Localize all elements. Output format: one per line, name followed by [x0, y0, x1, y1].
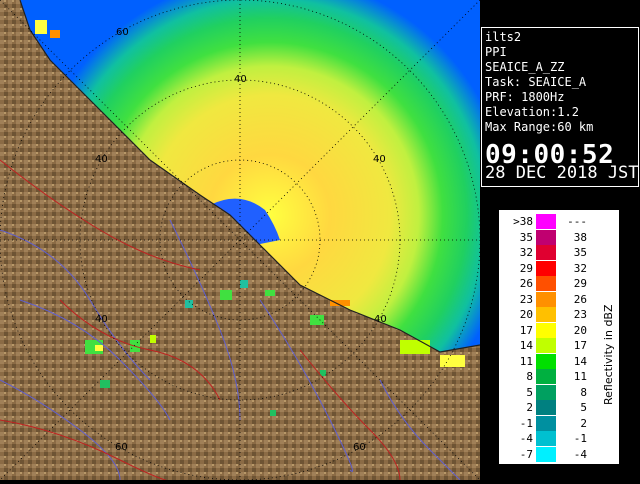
legend-swatch	[536, 245, 556, 260]
legend-row: 11 14	[499, 353, 619, 370]
legend-swatch	[536, 291, 556, 307]
legend-high-value: 8	[580, 385, 587, 399]
info-panel: ilts2 PPI SEAICE_A_ZZ Task: SEAICE_A PRF…	[480, 0, 640, 480]
field-name: SEAICE_A_ZZ	[485, 60, 565, 74]
legend-high-value: -4	[573, 447, 587, 461]
legend-row: 23 26	[499, 291, 619, 308]
ring-label: 60	[353, 442, 366, 453]
radar-name: ilts2	[485, 30, 522, 44]
legend-high-value: -1	[573, 432, 587, 445]
ring-label: 40	[234, 74, 247, 85]
max-range-value: Max Range:60 km	[485, 120, 594, 134]
legend-high-value: 2	[580, 416, 587, 430]
legend-row: -4 -1	[499, 431, 619, 447]
legend-swatch	[536, 446, 556, 462]
legend-swatch	[536, 214, 556, 229]
legend-high-value: 38	[573, 230, 587, 244]
legend-high-value: 32	[573, 261, 587, 275]
radar-map-svg: 60 40 40 40 40 40 60 60	[0, 0, 481, 483]
legend-high-value: 11	[573, 370, 587, 383]
task-name: Task: SEAICE_A	[485, 75, 587, 89]
legend-swatch	[536, 400, 556, 415]
ring-label: 60	[116, 27, 129, 38]
legend-low-value: 23	[519, 292, 533, 306]
legend-low-value: 29	[519, 261, 533, 275]
legend-low-value: 20	[519, 308, 533, 321]
prf-value: PRF: 1800Hz	[485, 90, 565, 104]
legend-high-value: 23	[573, 308, 587, 321]
legend-swatch	[536, 307, 556, 322]
legend-swatch	[536, 276, 556, 291]
legend-row: 8 11	[499, 369, 619, 385]
legend-row: 25	[499, 400, 619, 416]
color-legend: >38 --- 35 38 32 35 29 32 26 29 23 26 20 23 17 20 14 17 11…	[499, 210, 619, 464]
legend-swatch	[536, 415, 556, 431]
legend-high-value: 29	[573, 277, 587, 290]
legend-low-value: 35	[519, 230, 533, 244]
ring-label: 40	[95, 154, 108, 165]
legend-low-value: >38	[513, 215, 533, 228]
ring-label: 60	[115, 442, 128, 453]
product-type: PPI	[485, 45, 507, 59]
legend-row: 17 20	[499, 322, 619, 339]
scan-info-box: ilts2 PPI SEAICE_A_ZZ Task: SEAICE_A PRF…	[481, 27, 639, 187]
scan-date: 28 DEC 2018 JST	[485, 163, 639, 183]
ring-label: 40	[374, 314, 387, 325]
legend-row: 26 29	[499, 276, 619, 292]
legend-row: 29 32	[499, 260, 619, 277]
legend-low-value: 2	[526, 401, 533, 414]
legend-high-value: 35	[573, 246, 587, 259]
legend-swatch	[536, 338, 556, 353]
legend-row: 58	[499, 384, 619, 401]
legend-swatch	[536, 229, 556, 245]
legend-high-value: 5	[580, 401, 587, 414]
legend-high-value: 20	[573, 323, 587, 337]
legend-unit-label: Reflectivity in dBZ	[602, 304, 615, 405]
legend-row: >38 ---	[499, 214, 619, 230]
elevation-value: Elevation:1.2	[485, 105, 579, 119]
legend-swatch	[536, 260, 556, 276]
legend-low-value: -1	[519, 416, 533, 430]
legend-low-value: 5	[526, 385, 533, 399]
ring-label: 40	[373, 154, 386, 165]
legend-low-value: 14	[519, 339, 533, 352]
legend-row: -1 2	[499, 415, 619, 432]
legend-high-value: 17	[573, 339, 587, 352]
legend-low-value: -4	[519, 432, 533, 445]
legend-row: -7 -4	[499, 446, 619, 463]
radar-ppi-map: 60 40 40 40 40 40 60 60	[0, 0, 481, 483]
legend-low-value: 11	[519, 354, 533, 368]
legend-swatch	[536, 384, 556, 400]
legend-row: 20 23	[499, 307, 619, 323]
legend-high-value: ---	[567, 215, 587, 228]
legend-swatch	[536, 369, 556, 384]
legend-low-value: 32	[519, 246, 533, 259]
legend-swatch	[536, 353, 556, 369]
legend-high-value: 14	[573, 354, 587, 368]
legend-low-value: -7	[519, 447, 533, 461]
legend-row: 35 38	[499, 229, 619, 246]
legend-swatch	[536, 322, 556, 338]
legend-low-value: 17	[519, 323, 533, 337]
legend-row: 32 35	[499, 245, 619, 261]
legend-swatch	[536, 431, 556, 446]
ring-label: 40	[95, 314, 108, 325]
legend-low-value: 8	[526, 370, 533, 383]
legend-row: 14 17	[499, 338, 619, 354]
legend-high-value: 26	[573, 292, 587, 306]
legend-low-value: 26	[519, 277, 533, 290]
